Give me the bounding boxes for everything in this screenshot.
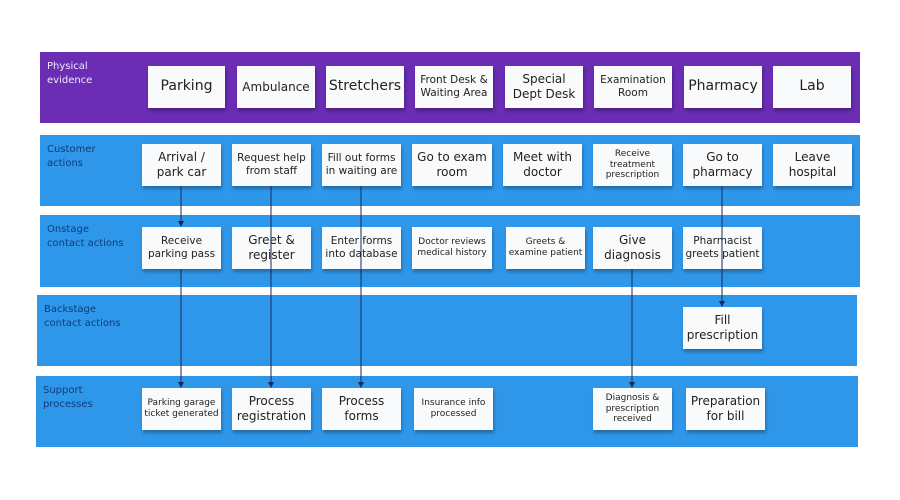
lane-label-backstage-contact-actions: Backstage contact actions	[44, 304, 121, 329]
card-parking[interactable]: Parking	[148, 66, 225, 108]
card-request-help-from-staff[interactable]: Request help from staff	[232, 144, 311, 186]
card-process-registration[interactable]: Process registration	[232, 388, 311, 430]
card-meet-with-doctor[interactable]: Meet with doctor	[503, 144, 582, 186]
card-insurance-info-processed[interactable]: Insurance info processed	[414, 388, 493, 430]
card-doctor-reviews-medical-history[interactable]: Doctor reviews medical history	[412, 227, 492, 269]
card-examination-room[interactable]: Examination Room	[594, 66, 672, 108]
card-stretchers[interactable]: Stretchers	[326, 66, 404, 108]
card-go-to-pharmacy[interactable]: Go to pharmacy	[683, 144, 762, 186]
lane-label-onstage-contact-actions: Onstage contact actions	[47, 224, 124, 249]
lane-label-support-processes: Support processes	[43, 385, 93, 410]
card-receive-parking-pass[interactable]: Receive parking pass	[142, 227, 221, 269]
card-fill-prescription[interactable]: Fill prescription	[683, 307, 762, 349]
lane-label-customer-actions: Customer actions	[47, 144, 96, 169]
card-pharmacy[interactable]: Pharmacy	[684, 66, 762, 108]
card-go-to-exam-room[interactable]: Go to exam room	[412, 144, 492, 186]
card-give-diagnosis[interactable]: Give diagnosis	[593, 227, 672, 269]
card-preparation-for-bill[interactable]: Preparation for bill	[686, 388, 765, 430]
card-arrival-park-car[interactable]: Arrival / park car	[142, 144, 221, 186]
card-diagnosis-prescription-received[interactable]: Diagnosis & prescription received	[593, 388, 672, 430]
card-greet-register[interactable]: Greet & register	[232, 227, 311, 269]
card-front-desk-waiting-area[interactable]: Front Desk & Waiting Area	[415, 66, 493, 108]
card-leave-hospital[interactable]: Leave hospital	[773, 144, 852, 186]
card-lab[interactable]: Lab	[773, 66, 851, 108]
card-special-dept-desk[interactable]: Special Dept Desk	[505, 66, 583, 108]
card-ambulance[interactable]: Ambulance	[237, 66, 315, 108]
card-process-forms[interactable]: Process forms	[322, 388, 401, 430]
lane-label-physical-evidence: Physical evidence	[47, 61, 93, 86]
card-receive-treatment-prescription[interactable]: Receive treatment prescription	[593, 144, 672, 186]
card-pharmacist-greets-patient[interactable]: Pharmacist greets patient	[683, 227, 762, 269]
card-fill-out-forms[interactable]: Fill out forms in waiting are	[322, 144, 401, 186]
card-greets-examine-patient[interactable]: Greets & examine patient	[506, 227, 585, 269]
card-parking-garage-ticket-generated[interactable]: Parking garage ticket generated	[142, 388, 221, 430]
card-enter-forms-into-database[interactable]: Enter forms into database	[322, 227, 401, 269]
